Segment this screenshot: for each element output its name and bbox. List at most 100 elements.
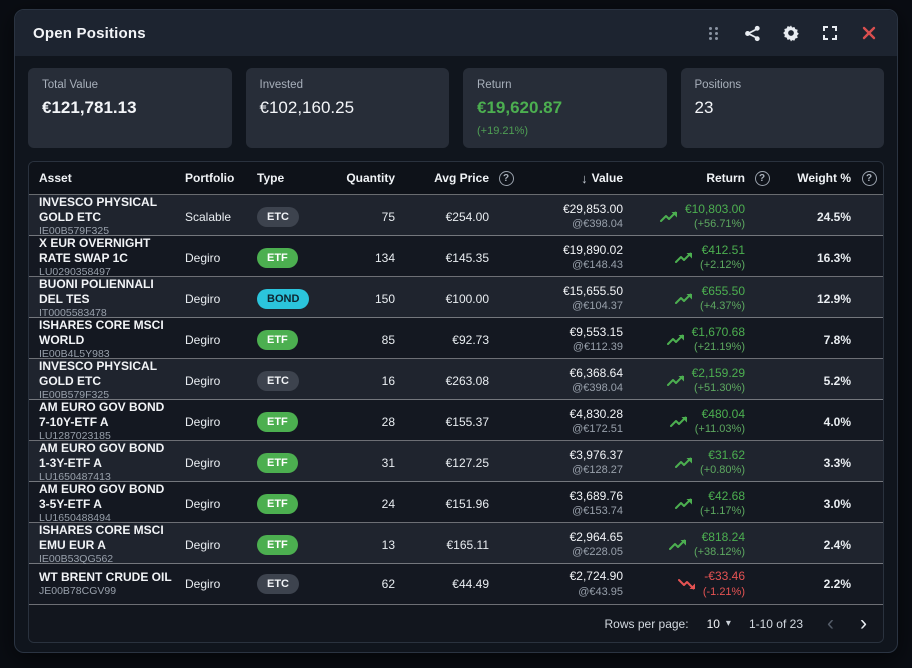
- return-percent: (+1.17%): [700, 504, 745, 518]
- portfolio-name: Degiro: [181, 415, 253, 429]
- avg-price-value: €155.37: [399, 415, 493, 429]
- table-row[interactable]: ISHARES CORE MSCI WORLD IE00B4L5Y983 Deg…: [29, 318, 883, 359]
- pagination-range: 1-10 of 23: [749, 617, 803, 631]
- table-row[interactable]: WT BRENT CRUDE OIL JE00B78CGV99 Degiro E…: [29, 564, 883, 605]
- return-cell: €412.51 (+2.12%): [627, 243, 749, 273]
- column-header-quantity[interactable]: Quantity: [337, 171, 399, 185]
- prev-page-button[interactable]: ‹: [827, 613, 834, 634]
- value-amount: €29,853.00: [523, 202, 623, 218]
- return-cell: €31.62 (+0.80%): [627, 448, 749, 478]
- window-toolbar: [703, 23, 879, 43]
- return-cell: €10,803.00 (+56.71%): [627, 202, 749, 232]
- avg-price-value: €92.73: [399, 333, 493, 347]
- value-amount: €2,964.65: [523, 530, 623, 546]
- avg-price-value: €263.08: [399, 374, 493, 388]
- column-header-weight[interactable]: Weight %: [775, 171, 855, 185]
- return-percent: (+19.21%): [477, 125, 653, 137]
- total-value: €121,781.13: [42, 98, 218, 118]
- trend-icon: [675, 251, 693, 265]
- return-percent: (+21.19%): [692, 340, 745, 354]
- invested-value: €102,160.25: [260, 98, 436, 118]
- trend-icon: [669, 538, 687, 552]
- quantity-value: 75: [337, 210, 399, 224]
- value-amount: €6,368.64: [523, 366, 623, 382]
- value-at-price: @€43.95: [523, 585, 623, 599]
- quantity-value: 28: [337, 415, 399, 429]
- weight-value: 4.0%: [775, 415, 855, 429]
- next-page-button[interactable]: ›: [860, 613, 867, 634]
- asset-name: INVESCO PHYSICAL GOLD ETC: [39, 359, 177, 389]
- rows-per-page-label: Rows per page:: [605, 617, 689, 631]
- sort-desc-icon: ↓: [581, 171, 588, 186]
- asset-name: AM EURO GOV BOND 7-10Y-ETF A: [39, 400, 177, 430]
- return-amount: €655.50: [700, 284, 745, 300]
- column-header-portfolio[interactable]: Portfolio: [181, 171, 253, 185]
- avg-price-value: €127.25: [399, 456, 493, 470]
- value-amount: €19,890.02: [523, 243, 623, 259]
- quantity-value: 24: [337, 497, 399, 511]
- positions-table: Asset Portfolio Type Quantity Avg Price …: [28, 161, 884, 643]
- table-row[interactable]: AM EURO GOV BOND 7-10Y-ETF A LU128702318…: [29, 400, 883, 441]
- trend-icon: [667, 374, 685, 388]
- return-percent: (+56.71%): [685, 217, 745, 231]
- trend-icon: [675, 497, 693, 511]
- return-percent: (+51.30%): [692, 381, 745, 395]
- share-icon[interactable]: [742, 23, 762, 43]
- column-header-value[interactable]: ↓ Value: [519, 171, 627, 186]
- quantity-value: 62: [337, 577, 399, 591]
- table-row[interactable]: AM EURO GOV BOND 3-5Y-ETF A LU1650488494…: [29, 482, 883, 523]
- rows-per-page-select[interactable]: 10 ▾: [707, 617, 731, 631]
- return-cell: €42.68 (+1.17%): [627, 489, 749, 519]
- settings-gear-icon[interactable]: [781, 23, 801, 43]
- return-cell: €655.50 (+4.37%): [627, 284, 749, 314]
- return-cell: €2,159.29 (+51.30%): [627, 366, 749, 396]
- value-at-price: @€398.04: [523, 217, 623, 231]
- invested-card: Invested €102,160.25: [246, 68, 450, 148]
- value-amount: €15,655.50: [523, 284, 623, 300]
- return-percent: (+11.03%): [695, 422, 745, 436]
- weight-help-icon[interactable]: ?: [862, 171, 877, 186]
- return-help-icon[interactable]: ?: [755, 171, 770, 186]
- column-header-avg-price[interactable]: Avg Price: [399, 171, 493, 185]
- column-header-type[interactable]: Type: [253, 171, 337, 185]
- asset-name: AM EURO GOV BOND 3-5Y-ETF A: [39, 482, 177, 512]
- table-row[interactable]: INVESCO PHYSICAL GOLD ETC IE00B579F325 S…: [29, 195, 883, 236]
- fullscreen-icon[interactable]: [820, 23, 840, 43]
- table-row[interactable]: INVESCO PHYSICAL GOLD ETC IE00B579F325 D…: [29, 359, 883, 400]
- drag-handle-icon[interactable]: [703, 23, 723, 43]
- table-row[interactable]: BUONI POLIENNALI DEL TES IT0005583478 De…: [29, 277, 883, 318]
- trend-icon: [675, 456, 693, 470]
- avg-price-value: €254.00: [399, 210, 493, 224]
- asset-name: WT BRENT CRUDE OIL: [39, 570, 177, 585]
- avg-price-help-icon[interactable]: ?: [499, 171, 514, 186]
- trend-icon: [660, 210, 678, 224]
- trend-icon: [678, 577, 696, 591]
- portfolio-name: Degiro: [181, 333, 253, 347]
- column-header-return[interactable]: Return: [627, 171, 749, 185]
- type-badge: ETC: [257, 371, 299, 391]
- value-at-price: @€104.37: [523, 299, 623, 313]
- asset-isin: JE00B78CGV99: [39, 585, 177, 599]
- type-badge: ETF: [257, 248, 298, 268]
- return-amount: €42.68: [700, 489, 745, 505]
- portfolio-name: Degiro: [181, 456, 253, 470]
- return-cell: €480.04 (+11.03%): [627, 407, 749, 437]
- type-badge: ETF: [257, 494, 298, 514]
- return-cell: -€33.46 (-1.21%): [627, 569, 749, 599]
- type-badge: ETC: [257, 574, 299, 594]
- portfolio-name: Degiro: [181, 497, 253, 511]
- asset-name: INVESCO PHYSICAL GOLD ETC: [39, 195, 177, 225]
- return-card: Return €19,620.87 (+19.21%): [463, 68, 667, 148]
- avg-price-value: €151.96: [399, 497, 493, 511]
- value-at-price: @€398.04: [523, 381, 623, 395]
- column-header-asset[interactable]: Asset: [29, 171, 181, 185]
- card-label: Total Value: [42, 79, 218, 91]
- type-badge: ETF: [257, 535, 298, 555]
- table-row[interactable]: AM EURO GOV BOND 1-3Y-ETF A LU1650487413…: [29, 441, 883, 482]
- table-row[interactable]: ISHARES CORE MSCI EMU EUR A IE00B53QG562…: [29, 523, 883, 564]
- quantity-value: 150: [337, 292, 399, 306]
- value-amount: €3,976.37: [523, 448, 623, 464]
- portfolio-name: Degiro: [181, 577, 253, 591]
- table-row[interactable]: X EUR OVERNIGHT RATE SWAP 1C LU029035849…: [29, 236, 883, 277]
- close-icon[interactable]: [859, 23, 879, 43]
